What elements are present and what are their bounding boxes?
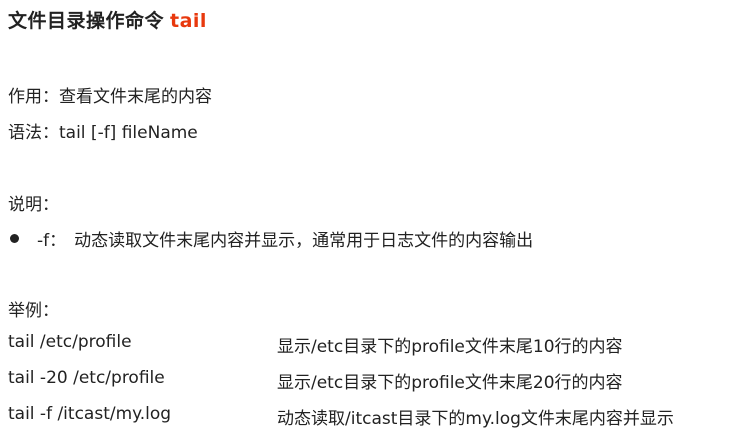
- example-command: tail -f /itcast/my.log: [8, 404, 172, 424]
- purpose-line: 作用：查看文件末尾的内容: [8, 87, 212, 107]
- title-text: 文件目录操作命令: [8, 10, 165, 32]
- example-description: 显示/etc目录下的profile文件末尾10行的内容: [277, 337, 623, 357]
- document-page: 文件目录操作命令 tail 作用：查看文件末尾的内容 语法：tail [-f] f…: [0, 0, 746, 435]
- option-flag: -f：: [37, 231, 67, 251]
- explanation-heading: 说明：: [8, 195, 59, 215]
- option-text: 动态读取文件末尾内容并显示，通常用于日志文件的内容输出: [74, 231, 534, 251]
- page-title: 文件目录操作命令 tail: [8, 6, 207, 33]
- title-command: tail: [170, 10, 207, 32]
- example-command: tail /etc/profile: [8, 332, 132, 352]
- example-description: 动态读取/itcast目录下的my.log文件末尾内容并显示: [277, 409, 674, 429]
- syntax-line: 语法：tail [-f] fileName: [8, 123, 198, 143]
- example-command: tail -20 /etc/profile: [8, 368, 165, 388]
- bullet-icon: [10, 234, 19, 243]
- examples-heading: 举例：: [8, 301, 59, 321]
- example-description: 显示/etc目录下的profile文件末尾20行的内容: [277, 373, 623, 393]
- option-item: -f： 动态读取文件末尾内容并显示，通常用于日志文件的内容输出: [8, 226, 533, 251]
